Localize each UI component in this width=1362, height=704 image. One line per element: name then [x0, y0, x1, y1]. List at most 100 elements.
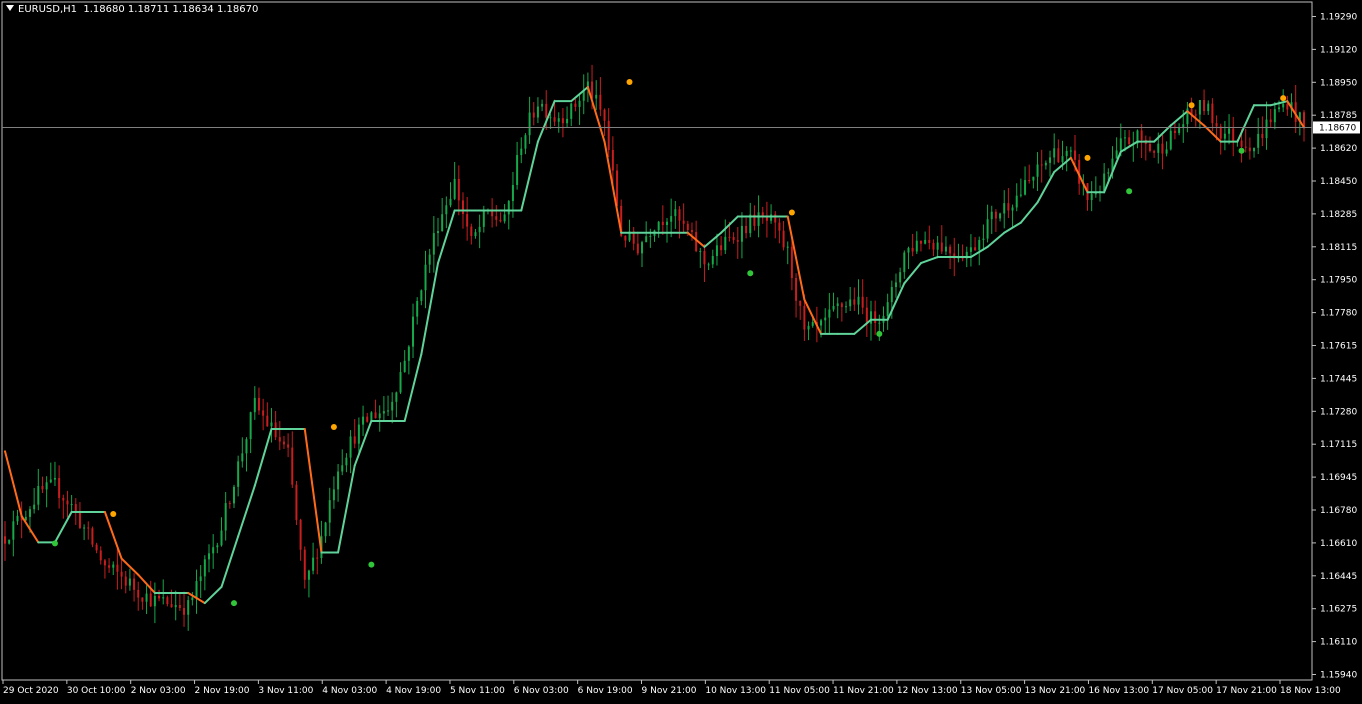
- candle-body: [574, 103, 577, 107]
- candle-body: [212, 547, 215, 554]
- candle-body: [1065, 150, 1068, 157]
- candle-body: [237, 461, 240, 487]
- candle-body: [553, 117, 556, 122]
- candle-body: [316, 557, 319, 559]
- y-tick-label: 1.18115: [1320, 243, 1357, 253]
- candle-body: [407, 346, 410, 361]
- candle-body: [845, 306, 848, 308]
- candle-body: [1278, 107, 1281, 110]
- candle-body: [645, 236, 648, 243]
- candle-body: [740, 225, 743, 242]
- candle-body: [312, 557, 315, 571]
- candle-body: [1286, 103, 1289, 110]
- trend-line-group: [4, 86, 1305, 605]
- candle-body: [799, 300, 802, 306]
- candle-body: [986, 219, 989, 239]
- candle-body: [536, 106, 539, 118]
- candle-body: [203, 559, 206, 577]
- candle-body: [166, 597, 169, 605]
- chart-window[interactable]: EURUSD,H1 1.18680 1.18711 1.18634 1.1867…: [0, 0, 1362, 700]
- candle-body: [1003, 203, 1006, 214]
- trend-segment: [803, 298, 823, 335]
- candle-body: [41, 485, 44, 490]
- candle-body: [162, 597, 165, 599]
- candle-body: [924, 239, 927, 244]
- candle-body: [266, 415, 269, 427]
- candle-body: [707, 264, 710, 266]
- candle-body: [28, 509, 31, 517]
- candle-body: [303, 549, 306, 580]
- trend-segment: [203, 585, 223, 605]
- trend-segment: [103, 511, 123, 560]
- y-tick-label: 1.16780: [1320, 506, 1357, 516]
- candle-body: [936, 242, 939, 250]
- candle-body: [911, 247, 914, 252]
- candle-body: [249, 412, 252, 440]
- candle-body: [1173, 130, 1176, 133]
- candle-body: [83, 527, 86, 529]
- candle-body: [1165, 149, 1168, 154]
- y-tick-label: 1.16275: [1320, 605, 1357, 615]
- candle-body: [611, 149, 614, 171]
- candle-body: [120, 571, 123, 577]
- candle-body: [969, 247, 972, 252]
- candle-body: [99, 550, 102, 561]
- candle-body: [649, 235, 652, 237]
- candle-body: [4, 536, 6, 544]
- candle-body: [940, 242, 943, 252]
- candle-body: [1024, 180, 1027, 195]
- candle-body: [1140, 130, 1143, 140]
- symbol-name: EURUSD,H1: [18, 4, 78, 15]
- candle-body: [253, 397, 256, 413]
- sell-signal-dot: [626, 78, 633, 85]
- buy-signal-dot: [1126, 188, 1133, 195]
- candle-body: [1015, 195, 1018, 208]
- sell-signal-dot: [330, 424, 337, 431]
- candle-body: [1032, 176, 1035, 181]
- candle-body: [387, 410, 390, 412]
- y-tick-label: 1.17280: [1320, 407, 1357, 417]
- x-tick-label: 13 Nov 21:00: [1025, 686, 1086, 696]
- y-tick-label: 1.16945: [1320, 473, 1357, 483]
- candles-group: [4, 64, 1305, 631]
- candle-body: [208, 553, 211, 560]
- y-tick-label: 1.15940: [1320, 671, 1357, 681]
- trend-segment: [986, 231, 1006, 248]
- candle-body: [778, 222, 781, 231]
- candle-body: [495, 216, 498, 220]
- price-chart[interactable]: 1.19290 1.19120 1.18950 1.18785 1.18620 1.184…: [0, 0, 1362, 700]
- candle-body: [295, 484, 298, 520]
- candle-body: [524, 135, 527, 149]
- candle-body: [511, 185, 514, 202]
- sell-signal-dot: [1084, 154, 1091, 161]
- candle-body: [1253, 147, 1256, 152]
- x-tick-label: 5 Nov 11:00: [450, 686, 505, 696]
- trend-segment: [420, 262, 439, 356]
- x-tick-label: 13 Nov 05:00: [961, 686, 1022, 696]
- current-price-label: 1.18670: [1319, 123, 1356, 133]
- candle-body: [191, 597, 194, 601]
- candle-body: [636, 243, 639, 254]
- y-tick-label: 1.17950: [1320, 276, 1357, 286]
- chevron-down-icon[interactable]: [6, 5, 14, 11]
- candle-body: [1265, 119, 1268, 139]
- buy-signal-dot: [51, 540, 58, 547]
- x-tick-label: 11 Nov 21:00: [833, 686, 894, 696]
- candle-body: [1019, 194, 1022, 196]
- candle-body: [1232, 128, 1235, 142]
- candle-body: [1148, 143, 1151, 151]
- candle-body: [382, 411, 385, 414]
- buy-signal-dot: [230, 600, 237, 607]
- candle-body: [790, 246, 793, 279]
- candle-body: [732, 237, 735, 241]
- candle-body: [1123, 137, 1126, 139]
- candle-body: [341, 465, 344, 472]
- candle-body: [874, 311, 877, 323]
- candle-body: [561, 118, 564, 124]
- candle-body: [836, 303, 839, 306]
- x-tick-label: 4 Nov 19:00: [386, 686, 441, 696]
- candle-body: [520, 148, 523, 156]
- y-tick-label: 1.16110: [1320, 638, 1357, 648]
- candle-body: [137, 589, 140, 598]
- candle-body: [353, 436, 356, 444]
